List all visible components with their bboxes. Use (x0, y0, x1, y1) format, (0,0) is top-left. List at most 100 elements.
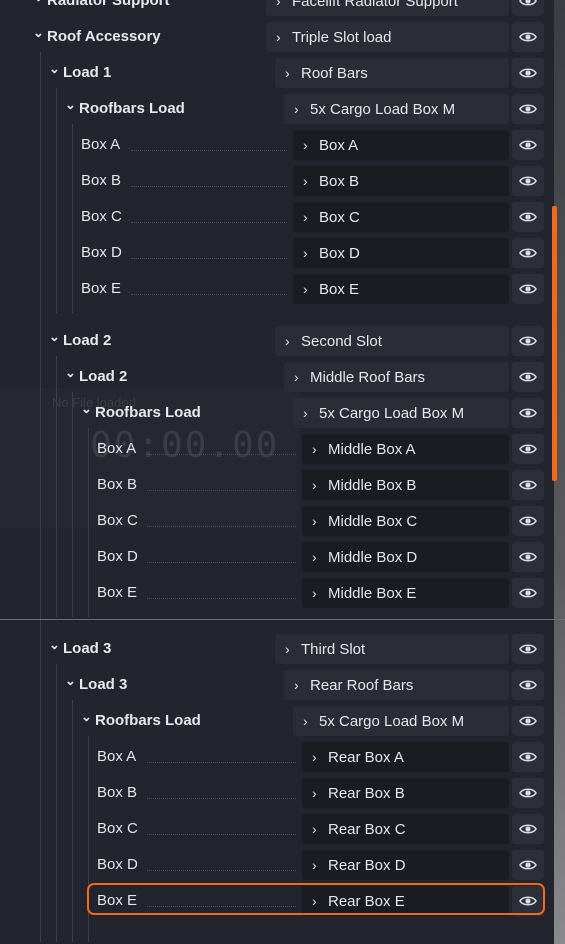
chevron-down-icon[interactable]: ⌄ (81, 394, 95, 424)
part-selector[interactable]: › Second Slot (275, 326, 509, 356)
part-selector[interactable]: › Box B (293, 166, 509, 196)
part-selector[interactable]: › Middle Box E (302, 578, 509, 608)
chevron-down-icon[interactable]: ⌄ (33, 18, 47, 48)
part-selector[interactable]: › Box E (293, 274, 509, 304)
tree-row[interactable]: Box B › Rear Box B (0, 778, 554, 808)
chevron-down-icon[interactable]: ⌄ (49, 630, 63, 660)
tree-row[interactable]: Box A › Box A (0, 130, 554, 160)
tree-row[interactable]: Box D › Rear Box D (0, 850, 554, 880)
tree-row[interactable]: Box B › Middle Box B (0, 470, 554, 500)
visibility-toggle-button[interactable] (512, 470, 544, 500)
part-selector[interactable]: › 5x Cargo Load Box M (293, 706, 509, 736)
visibility-toggle-button[interactable] (512, 94, 544, 124)
visibility-toggle-button[interactable] (512, 778, 544, 808)
chevron-down-icon[interactable]: ⌄ (81, 702, 95, 732)
tree-node-label[interactable]: ⌄ Roofbars Load (81, 706, 201, 736)
tree-row[interactable]: ⌄ Load 1 › Roof Bars (0, 58, 554, 88)
visibility-toggle-button[interactable] (512, 326, 544, 356)
tree-row[interactable]: ⌄ Load 2 › Middle Roof Bars (0, 362, 554, 392)
tree-row[interactable]: Box B › Box B (0, 166, 554, 196)
chevron-down-icon[interactable]: ⌄ (33, 0, 47, 12)
part-selector[interactable]: › Rear Roof Bars (284, 670, 509, 700)
part-selector[interactable]: › Rear Box B (302, 778, 509, 808)
visibility-toggle-button[interactable] (512, 0, 544, 16)
chevron-down-icon[interactable]: ⌄ (65, 90, 79, 120)
tree-row[interactable]: ⌄Radiator Support › Facelift Radiator Supp… (0, 0, 554, 16)
tree-node-label[interactable]: ⌄ Roof Accessory (33, 22, 161, 52)
tree-row[interactable]: ⌄ Roofbars Load › 5x Cargo Load Box M (0, 706, 554, 736)
tree-node-label[interactable]: ⌄ Roofbars Load (81, 398, 201, 428)
visibility-toggle-button[interactable] (512, 202, 544, 232)
dotted-leader (147, 526, 296, 527)
visibility-toggle-button[interactable] (512, 634, 544, 664)
visibility-toggle-button[interactable] (512, 578, 544, 608)
part-selector[interactable]: › Facelift Radiator Support (266, 0, 509, 16)
part-selector[interactable]: › Middle Roof Bars (284, 362, 509, 392)
part-selector[interactable]: › Middle Box B (302, 470, 509, 500)
part-selector[interactable]: › 5x Cargo Load Box M (284, 94, 509, 124)
eye-icon (519, 139, 537, 151)
visibility-toggle-button[interactable] (512, 58, 544, 88)
visibility-toggle-button[interactable] (512, 274, 544, 304)
part-selector[interactable]: › Box C (293, 202, 509, 232)
visibility-toggle-button[interactable] (512, 850, 544, 880)
visibility-toggle-button[interactable] (512, 742, 544, 772)
tree-row[interactable]: Box A › Middle Box A (0, 434, 554, 464)
part-selector[interactable]: › 5x Cargo Load Box M (293, 398, 509, 428)
tree-row[interactable]: ⌄ Roofbars Load › 5x Cargo Load Box M (0, 398, 554, 428)
tree-row[interactable]: Box C › Rear Box C (0, 814, 554, 844)
part-selector[interactable]: › Roof Bars (275, 58, 509, 88)
tree-row[interactable]: Box D › Middle Box D (0, 542, 554, 572)
chevron-down-icon[interactable]: ⌄ (49, 322, 63, 352)
part-selector[interactable]: › Rear Box A (302, 742, 509, 772)
visibility-toggle-button[interactable] (512, 166, 544, 196)
part-selector[interactable]: › Box A (293, 130, 509, 160)
visibility-toggle-button[interactable] (512, 542, 544, 572)
chevron-down-icon[interactable]: ⌄ (49, 54, 63, 84)
part-selector[interactable]: › Triple Slot load (266, 22, 509, 52)
eye-icon (519, 715, 537, 727)
tree-row[interactable]: Box D › Box D (0, 238, 554, 268)
tree-row[interactable]: ⌄ Load 3 › Third Slot (0, 634, 554, 664)
visibility-toggle-button[interactable] (512, 362, 544, 392)
tree-row[interactable]: ⌄ Load 2 › Second Slot (0, 326, 554, 356)
dotted-leader (147, 870, 296, 871)
part-selector[interactable]: › Rear Box C (302, 814, 509, 844)
tree-row[interactable]: ⌄ Load 3 › Rear Roof Bars (0, 670, 554, 700)
visibility-toggle-button[interactable] (512, 706, 544, 736)
tree-row[interactable]: Box C › Box C (0, 202, 554, 232)
tree-node-label[interactable]: ⌄ Load 1 (49, 58, 111, 88)
tree-row[interactable]: ⌄ Roofbars Load › 5x Cargo Load Box M (0, 94, 554, 124)
part-selector[interactable]: › Middle Box A (302, 434, 509, 464)
tree-row[interactable]: Box C › Middle Box C (0, 506, 554, 536)
chevron-down-icon[interactable]: ⌄ (65, 358, 79, 388)
tree-row[interactable]: Box E › Middle Box E (0, 578, 554, 608)
tree-row[interactable]: Box A › Rear Box A (0, 742, 554, 772)
visibility-toggle-button[interactable] (512, 670, 544, 700)
visibility-toggle-button[interactable] (512, 130, 544, 160)
visibility-toggle-button[interactable] (512, 238, 544, 268)
tree-node-label[interactable]: ⌄ Load 3 (49, 634, 111, 664)
visibility-toggle-button[interactable] (512, 506, 544, 536)
visibility-toggle-button[interactable] (512, 22, 544, 52)
tree-row[interactable]: ⌄ Roof Accessory › Triple Slot load (0, 22, 554, 52)
chevron-down-icon[interactable]: ⌄ (65, 666, 79, 696)
tree-node-label[interactable]: ⌄Radiator Support (33, 0, 170, 16)
visibility-toggle-button[interactable] (512, 814, 544, 844)
dotted-leader (147, 798, 296, 799)
tree-node-label[interactable]: ⌄ Load 2 (65, 362, 127, 392)
part-selector[interactable]: › Box D (293, 238, 509, 268)
tree-row[interactable]: Box E › Box E (0, 274, 554, 304)
dotted-leader (147, 562, 296, 563)
part-name: Rear Box B (328, 785, 405, 802)
visibility-toggle-button[interactable] (512, 434, 544, 464)
part-selector[interactable]: › Rear Box D (302, 850, 509, 880)
part-selector[interactable]: › Third Slot (275, 634, 509, 664)
part-selector[interactable]: › Middle Box C (302, 506, 509, 536)
part-selector[interactable]: › Middle Box D (302, 542, 509, 572)
scrollbar-thumb[interactable] (552, 206, 557, 481)
tree-node-label[interactable]: ⌄ Load 3 (65, 670, 127, 700)
visibility-toggle-button[interactable] (512, 398, 544, 428)
tree-node-label[interactable]: ⌄ Roofbars Load (65, 94, 185, 124)
tree-node-label[interactable]: ⌄ Load 2 (49, 326, 111, 356)
